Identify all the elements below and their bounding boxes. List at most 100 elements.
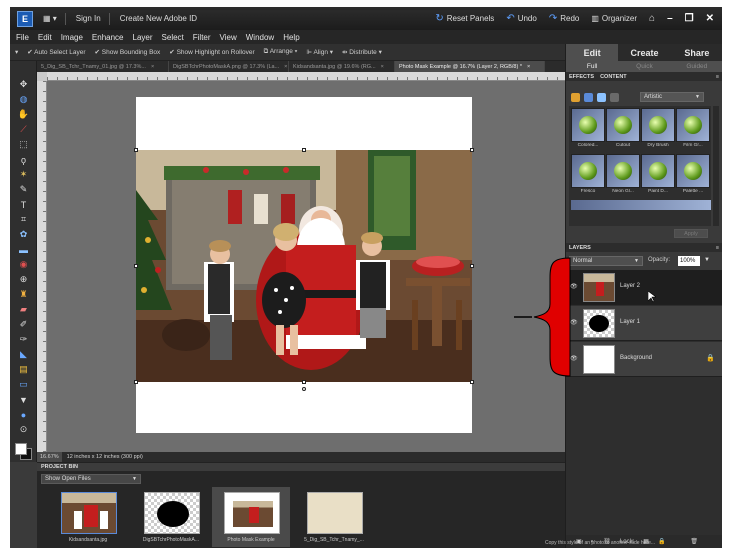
canvas-workspace[interactable] <box>47 81 565 452</box>
sign-in-link[interactable]: Sign In <box>76 14 101 23</box>
transform-handle[interactable] <box>134 148 138 152</box>
quick-selection-tool-icon[interactable]: ✎ <box>16 184 31 195</box>
zoom-level[interactable]: 16.67% <box>37 452 62 462</box>
straighten-tool-icon[interactable]: ▬ <box>16 244 31 255</box>
zoom-tool-icon[interactable]: ◍ <box>16 94 31 105</box>
create-adobe-id-link[interactable]: Create New Adobe ID <box>120 14 197 23</box>
reset-panels-button[interactable]: ↻ Reset Panels <box>435 13 494 24</box>
transform-handle[interactable] <box>134 264 138 268</box>
sponge-tool-icon[interactable]: ● <box>16 409 31 420</box>
pencil-tool-icon[interactable]: ⊙ <box>16 424 31 435</box>
effects-category-select[interactable]: Artistic ▼ <box>640 92 704 102</box>
apply-effect-button[interactable]: Apply <box>674 229 708 238</box>
transform-handle[interactable] <box>470 264 474 268</box>
close-icon[interactable]: ✕ <box>706 13 714 24</box>
menu-help[interactable]: Help <box>283 33 299 42</box>
effects-tab[interactable]: EFFECTS <box>569 74 594 80</box>
layers-tab[interactable]: LAYERS <box>569 245 591 251</box>
smart-brush-tool-icon[interactable]: ✑ <box>16 334 31 345</box>
tab-guided[interactable]: Guided <box>671 61 722 72</box>
chevron-down-icon[interactable]: ▼ <box>704 257 710 263</box>
menu-view[interactable]: View <box>220 33 237 42</box>
blur-tool-icon[interactable]: ▼ <box>16 394 31 405</box>
effect-fresco[interactable]: Fresco <box>571 154 605 198</box>
transform-handle[interactable] <box>302 380 306 384</box>
effect-neon-glow[interactable]: Neon Gl... <box>606 154 640 198</box>
redo-button[interactable]: ↷ Redo <box>549 13 580 24</box>
effect-dry-brush[interactable]: Dry Brush <box>641 108 675 152</box>
menu-select[interactable]: Select <box>162 33 184 42</box>
align-button[interactable]: ⊫ Align ▾ <box>306 48 333 56</box>
transform-handle[interactable] <box>134 380 138 384</box>
magic-wand-tool-icon[interactable]: ✶ <box>16 169 31 180</box>
shape-tool-icon[interactable]: ▭ <box>16 379 31 390</box>
eraser-tool-icon[interactable]: ▰ <box>16 304 31 315</box>
vertical-ruler[interactable] <box>37 81 47 452</box>
menu-window[interactable]: Window <box>246 33 274 42</box>
menu-edit[interactable]: Edit <box>38 33 52 42</box>
hand-tool-icon[interactable]: ✋ <box>16 109 31 120</box>
workspace-menu-button[interactable]: ▦ ▾ <box>43 14 57 23</box>
santa-photo-layer[interactable] <box>136 150 472 382</box>
foreground-color-swatch[interactable] <box>15 443 27 455</box>
trash-icon[interactable]: 🗑 <box>690 538 698 545</box>
horizontal-ruler[interactable] <box>47 72 565 81</box>
panel-menu-icon[interactable]: ≡ <box>716 74 719 80</box>
effect-palette-knife[interactable]: Palette ... <box>676 154 710 198</box>
ruler-origin[interactable] <box>37 72 47 81</box>
rotate-handle[interactable] <box>302 387 306 391</box>
bin-thumb-photo-mask-example[interactable]: Photo Mask Example <box>212 487 290 547</box>
close-icon[interactable]: × <box>284 64 287 70</box>
layer-row-layer-2[interactable]: 👁 Layer 2 <box>566 270 722 305</box>
eyedropper-tool-icon[interactable]: ⟋ <box>16 124 31 135</box>
tab-edit[interactable]: Edit <box>566 44 619 61</box>
doc-tab-kidsandsanta[interactable]: Kidsandsanta.jpg @ 19.6% (RG... × <box>289 61 395 72</box>
content-tab[interactable]: CONTENT <box>600 74 627 80</box>
menu-image[interactable]: Image <box>61 33 83 42</box>
show-highlight-checkbox[interactable]: ✔ Show Highlight on Rollover <box>169 48 254 56</box>
auto-select-layer-checkbox[interactable]: ✔ Auto Select Layer <box>27 48 85 56</box>
effects-scrollbar[interactable] <box>713 106 719 226</box>
effect-cutout[interactable]: Cutout <box>606 108 640 152</box>
panel-menu-icon[interactable]: ≡ <box>716 245 719 251</box>
marquee-tool-icon[interactable]: ⬚ <box>16 139 31 150</box>
tab-quick[interactable]: Quick <box>618 61 670 72</box>
tool-preset-icon[interactable]: ▾ <box>15 48 18 56</box>
menu-filter[interactable]: Filter <box>193 33 211 42</box>
home-button[interactable]: ⌂ <box>649 13 655 24</box>
opacity-input[interactable]: 100% <box>678 256 700 266</box>
transform-handle[interactable] <box>302 148 306 152</box>
transform-handle[interactable] <box>470 148 474 152</box>
paint-bucket-tool-icon[interactable]: ◣ <box>16 349 31 360</box>
filters-icon[interactable] <box>571 92 580 102</box>
lasso-tool-icon[interactable]: ϙ <box>16 154 31 165</box>
lock-all-icon[interactable]: 🔒 <box>658 538 665 545</box>
bin-thumb-tchr-tnamy[interactable]: 5_Dig_SB_Tchr_Tnamy_... <box>295 487 373 547</box>
minimize-icon[interactable]: – <box>667 13 673 24</box>
tab-full[interactable]: Full <box>566 61 618 72</box>
menu-layer[interactable]: Layer <box>133 33 153 42</box>
close-icon[interactable]: × <box>381 64 384 70</box>
document-size-info[interactable]: 12 inches x 12 inches (300 ppi) <box>62 454 143 460</box>
layer-row-layer-1[interactable]: 👁 Layer 1 <box>566 306 722 341</box>
red-eye-tool-icon[interactable]: ◉ <box>16 259 31 270</box>
close-icon[interactable]: × <box>527 64 530 70</box>
move-tool-icon[interactable]: ✥ <box>16 79 31 90</box>
photo-effects-icon[interactable] <box>597 92 606 102</box>
distribute-button[interactable]: ⇹ Distribute ▾ <box>342 48 382 56</box>
organizer-button[interactable]: ▥ Organizer <box>591 14 637 23</box>
show-all-icon[interactable] <box>610 92 619 102</box>
layer-styles-icon[interactable] <box>584 92 593 102</box>
tab-create[interactable]: Create <box>618 44 670 61</box>
bin-filter-select[interactable]: Show Open Files ▼ <box>41 474 141 484</box>
bin-thumb-kidsandsanta[interactable]: Kidsandsanta.jpg <box>49 487 127 547</box>
doc-tab-photo-mask-example[interactable]: Photo Mask Example @ 16.7% (Layer 2, RGB… <box>395 61 545 72</box>
effect-colored-pencil[interactable]: Colored... <box>571 108 605 152</box>
show-bounding-box-checkbox[interactable]: ✔ Show Bounding Box <box>94 48 160 56</box>
doc-tab-tchr-tnamy[interactable]: 5_Dig_SB_Tchr_Tnamy_01.jpg @ 17.3%... × <box>37 61 169 72</box>
crop-tool-icon[interactable]: ⌗ <box>16 214 31 225</box>
transform-handle[interactable] <box>470 380 474 384</box>
brush-tool-icon[interactable]: ✐ <box>16 319 31 330</box>
effect-film-grain[interactable]: Film Gr... <box>676 108 710 152</box>
bin-thumb-photomask[interactable]: DigSBTchrPhotoMaskA... <box>132 487 210 547</box>
